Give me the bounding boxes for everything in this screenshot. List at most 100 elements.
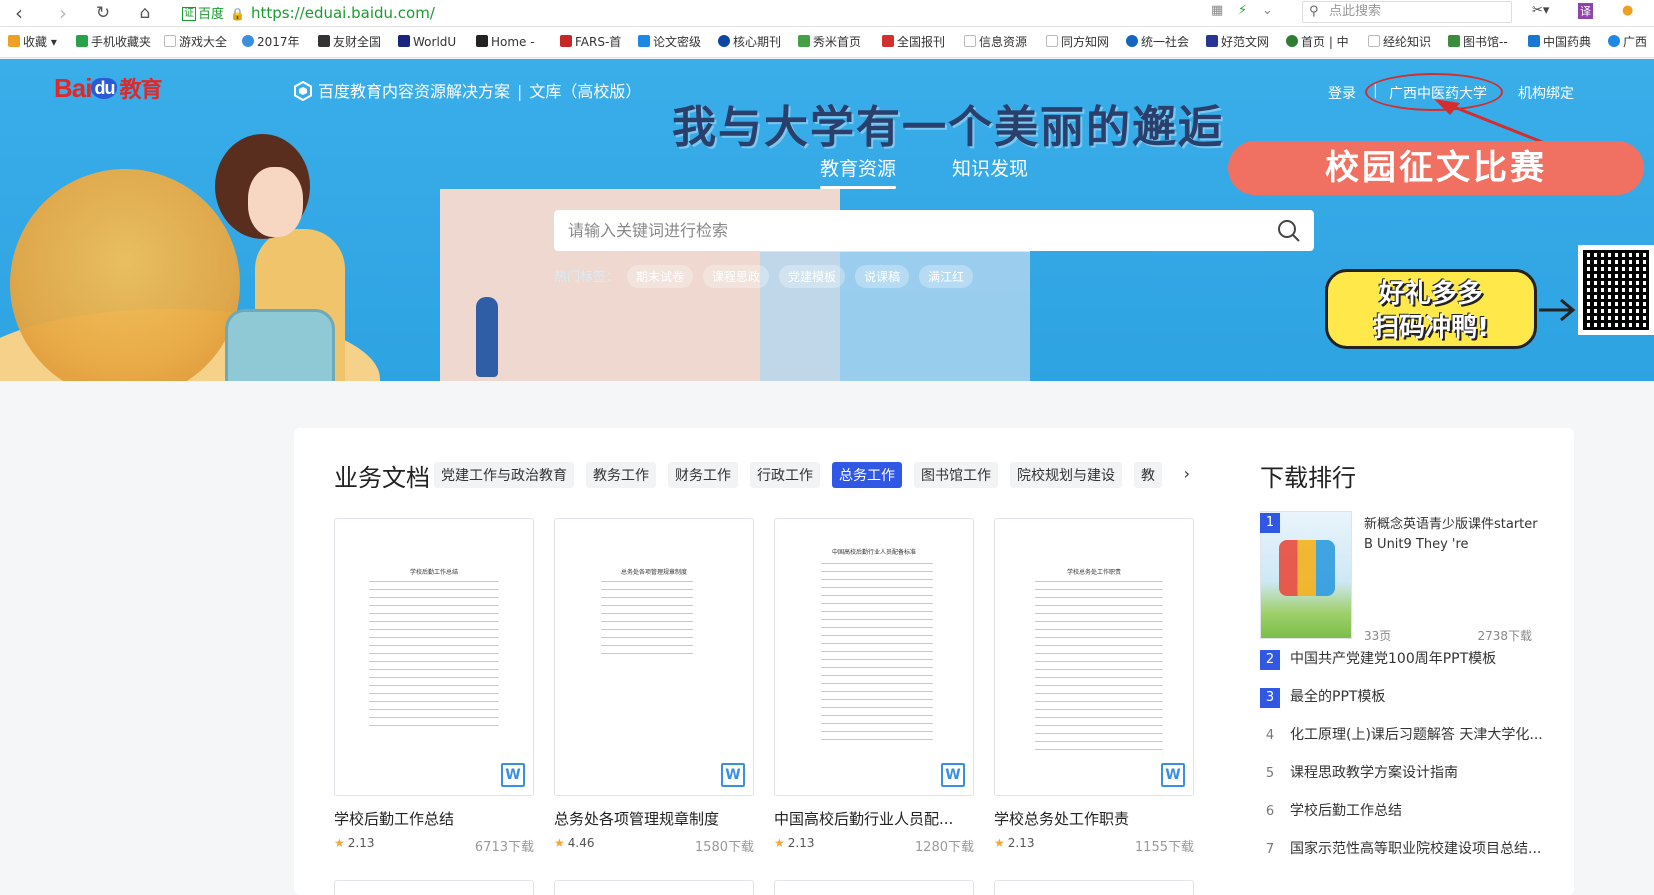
ranking-item-title[interactable]: 最全的PPT模板	[1290, 687, 1550, 707]
doc-title[interactable]: 总务处各项管理规章制度	[554, 808, 754, 829]
bookmark-item[interactable]: 全国报刊	[882, 35, 945, 50]
ranking-item-pages: 33页	[1364, 629, 1392, 643]
browser-search-input[interactable]: ⚲ 点此搜索	[1302, 1, 1512, 23]
doc-card-partial[interactable]	[554, 880, 754, 895]
bookmark-item[interactable]: Home -	[476, 35, 535, 50]
doc-card[interactable]: 学校总务处工作职责 W 学校总务处工作职责 ★ 2.13 1155下载	[994, 518, 1194, 855]
phone-icon	[76, 35, 88, 47]
bookmark-item[interactable]: 首页 | 中	[1286, 35, 1349, 50]
doc-rating: 2.13	[1007, 836, 1035, 850]
hot-tag[interactable]: 党建模板	[779, 265, 846, 288]
category-tab-active[interactable]: 总务工作	[832, 462, 902, 488]
chevron-down-icon[interactable]: ⌄	[1262, 3, 1273, 18]
doc-card[interactable]: 总务处各项管理规章制度 W 总务处各项管理规章制度 ★ 4.46 1580下载	[554, 518, 754, 855]
hot-tag[interactable]: 满江红	[919, 265, 974, 288]
url-field[interactable]: 证百度 🔒 https://eduai.baidu.com/	[182, 2, 1282, 24]
doc-title[interactable]: 学校后勤工作总结	[334, 808, 534, 829]
ranking-item[interactable]: 7 国家示范性高等职业院校建设项目总结...	[1260, 839, 1550, 877]
forward-icon[interactable]: ›	[52, 2, 74, 24]
ranking-item-title[interactable]: 新概念英语青少版课件starter B Unit9 They 're	[1364, 515, 1550, 555]
doc-downloads: 1155下载	[1134, 840, 1194, 855]
category-tabs: 党建工作与政治教育 教务工作 财务工作 行政工作 总务工作 图书馆工作 院校规划与建设教	[434, 462, 1174, 488]
gift-promo-badge[interactable]: 好礼多多 扫码冲鸭!	[1325, 269, 1537, 349]
rank-badge: 6	[1265, 804, 1275, 819]
bookmark-item[interactable]: 广西	[1608, 35, 1647, 50]
doc-card[interactable]: 学校后勤工作总结 W 学校后勤工作总结 ★ 2.13 6713下载	[334, 518, 534, 855]
bookmark-item[interactable]: 论文密级	[638, 35, 701, 50]
category-tab[interactable]: 图书馆工作	[914, 462, 998, 488]
hot-tag[interactable]: 说课稿	[855, 265, 910, 288]
doc-thumbnail: 学校总务处工作职责 W	[994, 518, 1194, 796]
category-tab[interactable]: 教	[1134, 462, 1162, 488]
search-icon[interactable]	[1274, 216, 1304, 246]
hot-tags-label: 热门标签：	[554, 270, 620, 285]
doc-downloads: 1280下载	[914, 840, 974, 855]
ranking-item[interactable]: 2 中国共产党建党100周年PPT模板	[1260, 649, 1550, 687]
category-tab[interactable]: 党建工作与政治教育	[434, 462, 574, 488]
star-icon	[318, 35, 330, 47]
doc-rating: 4.46	[567, 836, 595, 850]
bookmark-item[interactable]: 2017年	[242, 35, 300, 50]
bookmark-item[interactable]: FARS-首	[560, 35, 621, 50]
doc-rating: 2.13	[347, 836, 375, 850]
bookmark-item[interactable]: 图书馆--	[1448, 35, 1508, 50]
qr-code-icon[interactable]: ▦	[1211, 3, 1223, 18]
search-input[interactable]	[568, 210, 1248, 251]
hot-tag[interactable]: 课程思政	[703, 265, 770, 288]
category-tab[interactable]: 行政工作	[750, 462, 820, 488]
ranking-item-title[interactable]: 学校后勤工作总结	[1290, 801, 1550, 821]
doc-card-partial[interactable]	[334, 880, 534, 895]
baidu-edu-logo[interactable]: Bai du 教育	[54, 72, 162, 104]
doc-title[interactable]: 中国高校后勤行业人员配...	[774, 808, 974, 829]
ranking-top-item[interactable]: 1 新概念英语青少版课件starter B Unit9 They 're 33页…	[1260, 511, 1550, 649]
word-file-icon: W	[1161, 763, 1185, 787]
translate-icon[interactable]: 译	[1578, 3, 1593, 19]
chevron-right-icon[interactable]: ›	[1162, 464, 1190, 488]
ranking-item-title[interactable]: 课程思政教学方案设计指南	[1290, 763, 1550, 783]
doc-card-partial[interactable]	[774, 880, 974, 895]
extension-icon[interactable]: ●	[1622, 3, 1633, 18]
doc-card-partial[interactable]	[994, 880, 1194, 895]
essay-contest-banner[interactable]: 校园征文比赛	[1228, 141, 1644, 195]
category-tab[interactable]: 财务工作	[668, 462, 738, 488]
ranking-item-title[interactable]: 化工原理(上)课后习题解答 天津大学化...	[1290, 725, 1550, 745]
bookmark-item[interactable]: 游戏大全	[164, 35, 227, 50]
bookmark-item[interactable]: WorldU	[398, 35, 456, 50]
bookmark-item[interactable]: 好范文网	[1206, 35, 1269, 50]
bookmark-item[interactable]: 收藏 ▾	[8, 35, 57, 50]
scissors-icon[interactable]: ✂▾	[1532, 3, 1549, 18]
tab-knowledge-discovery[interactable]: 知识发现	[952, 154, 1028, 181]
bookmark-item[interactable]: 同方知网	[1046, 35, 1109, 50]
ranking-item[interactable]: 5 课程思政教学方案设计指南	[1260, 763, 1550, 801]
doc-meta: ★ 2.13 6713下载	[334, 836, 534, 855]
category-tab[interactable]: 教务工作	[586, 462, 656, 488]
bookmark-item[interactable]: 统一社会	[1126, 35, 1189, 50]
hero-banner: Bai du 教育 百度教育内容资源解决方案 | 文库（高校版） 我与大学有一个美丽的邂…	[0, 59, 1654, 381]
lightning-icon[interactable]: ⚡	[1238, 3, 1247, 18]
category-tab[interactable]: 院校规划与建设	[1010, 462, 1122, 488]
word-file-icon: W	[941, 763, 965, 787]
home-icon[interactable]: ⌂	[134, 2, 156, 24]
ranking-item[interactable]: 3 最全的PPT模板	[1260, 687, 1550, 725]
doc-title[interactable]: 学校总务处工作职责	[994, 808, 1194, 829]
tab-edu-resources[interactable]: 教育资源	[820, 154, 897, 189]
ranking-item-title[interactable]: 中国共产党建党100周年PPT模板	[1290, 649, 1550, 669]
bookmark-item[interactable]: 核心期刊	[718, 35, 781, 50]
bookmark-item[interactable]: 秀米首页	[798, 35, 861, 50]
doc-card[interactable]: 中国高校后勤行业人员配备标准 W 中国高校后勤行业人员配... ★ 2.13 128…	[774, 518, 974, 855]
site-icon	[1608, 35, 1620, 47]
bookmark-item[interactable]: 中国药典	[1528, 35, 1591, 50]
bookmark-item[interactable]: 信息资源	[964, 35, 1027, 50]
login-link[interactable]: 登录	[1328, 83, 1356, 103]
ranking-item-downloads: 2738下载	[1477, 629, 1532, 643]
back-icon[interactable]: ‹	[8, 2, 30, 24]
bookmark-item[interactable]: 手机收藏夹	[76, 35, 151, 50]
bookmark-item[interactable]: 友财全国	[318, 35, 381, 50]
bookmark-item[interactable]: 经纶知识	[1368, 35, 1431, 50]
doc-page-heading: 中国高校后勤行业人员配备标准	[831, 549, 916, 556]
ranking-item[interactable]: 6 学校后勤工作总结	[1260, 801, 1550, 839]
reload-icon[interactable]: ↻	[92, 2, 114, 24]
ranking-item-title[interactable]: 国家示范性高等职业院校建设项目总结...	[1290, 839, 1550, 859]
hot-tag[interactable]: 期末试卷	[627, 265, 694, 288]
ranking-item[interactable]: 4 化工原理(上)课后习题解答 天津大学化...	[1260, 725, 1550, 763]
